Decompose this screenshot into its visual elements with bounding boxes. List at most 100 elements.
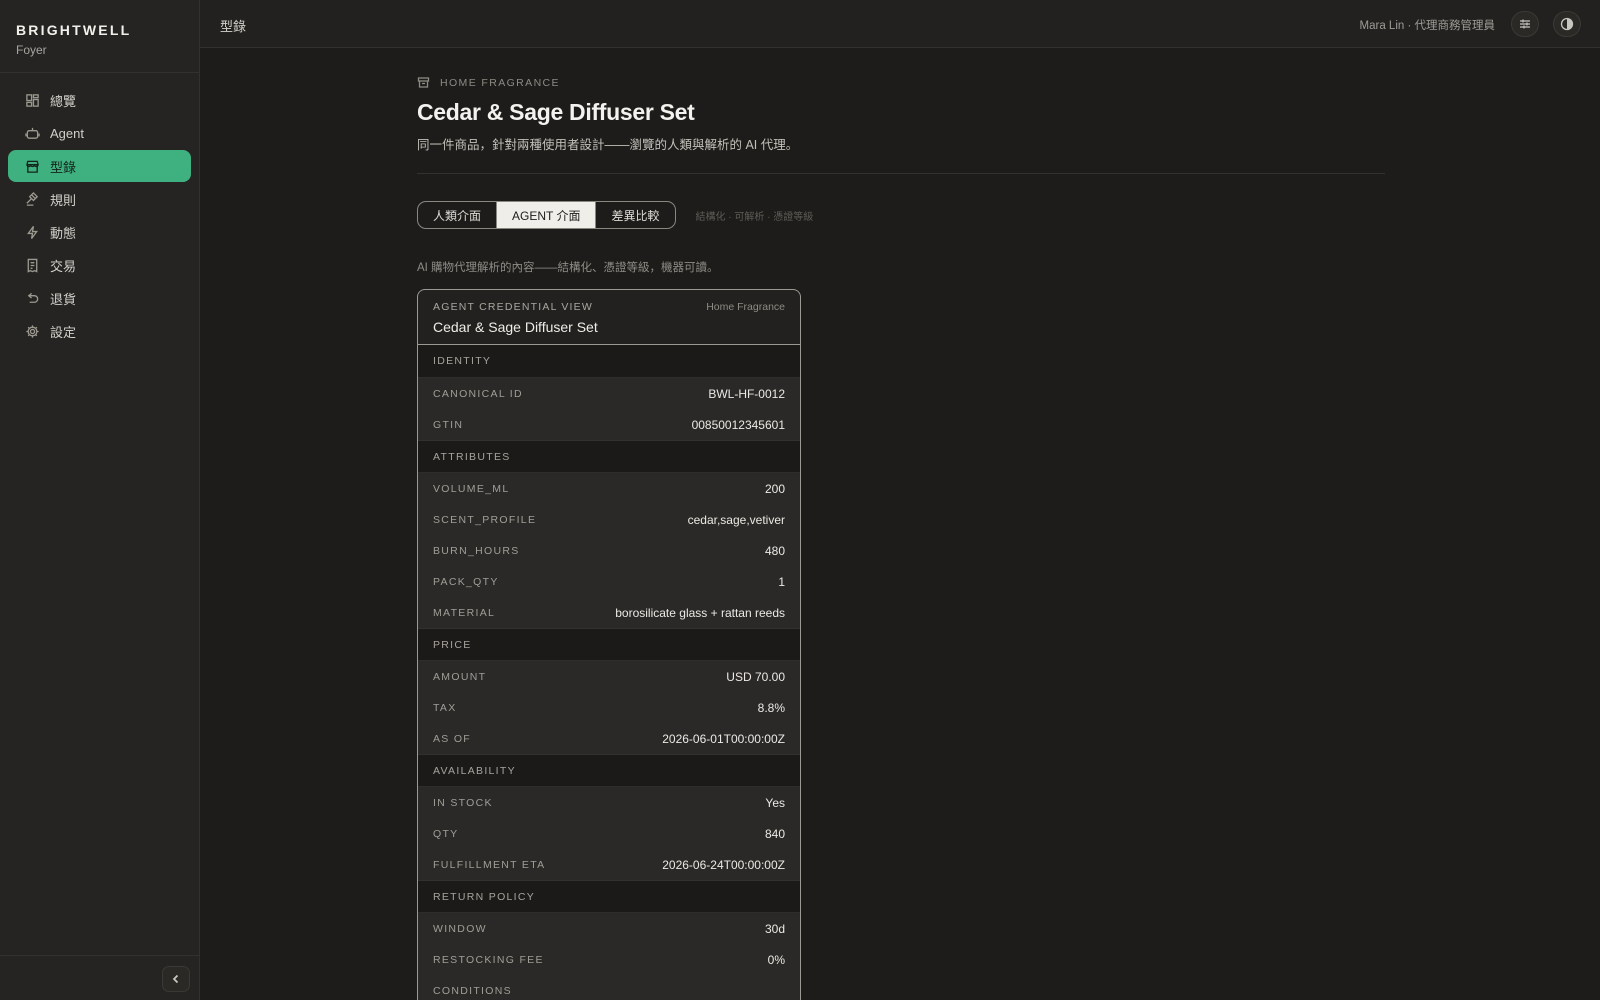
lightning-icon	[24, 224, 40, 240]
tab-0[interactable]: 人類介面	[418, 202, 498, 228]
user-info: Mara Lin · 代理商務管理員	[1359, 20, 1495, 32]
breadcrumb: 型錄	[220, 19, 247, 34]
gear-icon	[24, 323, 40, 339]
filters-button[interactable]	[1511, 11, 1539, 37]
receipt-icon	[24, 257, 40, 273]
field-value: Yes	[765, 795, 785, 810]
field-key: PACK_QTY	[433, 575, 499, 588]
sidebar-item-0[interactable]: 總覽	[8, 84, 191, 116]
field-value: 00850012345601	[691, 417, 785, 432]
field-row: GTIN 00850012345601	[418, 409, 800, 440]
sidebar-item-label: 動態	[50, 225, 77, 241]
field-key: BURN_HOURS	[433, 544, 520, 557]
field-row: AMOUNT USD 70.00	[418, 661, 800, 692]
view-tabs: 人類介面 AGENT 介面 差異比較	[417, 201, 676, 229]
sidebar-item-1[interactable]: Agent	[8, 117, 191, 149]
field-key: VOLUME_ML	[433, 482, 510, 495]
field-row: VOLUME_ML 200	[418, 473, 800, 504]
field-value: borosilicate glass + rattan reeds	[615, 605, 785, 620]
section-heading: PRICE	[418, 628, 800, 661]
robot-icon	[24, 125, 40, 141]
card-sections: IDENTITY CANONICAL ID BWL-HF-0012 GTIN 00850…	[418, 345, 800, 1000]
field-row: TAX 8.8%	[418, 692, 800, 723]
field-key: AMOUNT	[433, 670, 487, 683]
field-value: 480	[764, 543, 785, 558]
field-key: GTIN	[433, 418, 464, 431]
sidebar-item-label: 規則	[50, 192, 77, 208]
field-key: QTY	[433, 827, 459, 840]
tab-2[interactable]: 差異比較	[596, 202, 674, 228]
sidebar-item-label: 退貨	[50, 291, 77, 307]
sidebar: BRIGHTWELL Foyer 總覽 Agent 型錄規則動態交易退貨設定	[0, 0, 200, 1000]
category-eyebrow: HOME FRAGRANCE	[417, 76, 1385, 89]
archive-icon	[417, 77, 430, 88]
theme-toggle-button[interactable]	[1553, 11, 1581, 37]
field-value: 200	[764, 481, 785, 496]
sidebar-item-6[interactable]: 退貨	[8, 282, 191, 314]
field-row: WINDOW 30d	[418, 913, 800, 944]
page-title: Cedar & Sage Diffuser Set	[417, 99, 695, 125]
sidebar-item-2[interactable]: 型錄	[8, 150, 191, 182]
sidebar-nav: 總覽 Agent 型錄規則動態交易退貨設定	[0, 73, 199, 347]
contrast-icon	[1560, 17, 1574, 31]
field-row: BURN_HOURS 480	[418, 535, 800, 566]
category-label: HOME FRAGRANCE	[440, 76, 560, 89]
brand-name: BRIGHTWELL	[16, 22, 132, 38]
brand: BRIGHTWELL Foyer	[0, 0, 199, 73]
sidebar-item-3[interactable]: 規則	[8, 183, 191, 215]
divider	[417, 173, 1385, 174]
view-tabs-row: 人類介面 AGENT 介面 差異比較 結構化 · 可解析 · 憑證等級	[417, 201, 1385, 229]
field-row: AS OF 2026-06-01T00:00:00Z	[418, 723, 800, 754]
gavel-icon	[24, 191, 40, 207]
sidebar-item-label: 設定	[50, 324, 77, 340]
field-value: 2026-06-01T00:00:00Z	[662, 731, 785, 746]
field-key: TAX	[433, 701, 457, 714]
field-row: RESTOCKING FEE 0%	[418, 944, 800, 975]
field-key: IN STOCK	[433, 796, 493, 809]
field-row: SCENT_PROFILE cedar,sage,vetiver	[418, 504, 800, 535]
field-row: CANONICAL ID BWL-HF-0012	[418, 378, 800, 409]
main-content: HOME FRAGRANCE Cedar & Sage Diffuser Set…	[417, 76, 1385, 1000]
field-row: PACK_QTY 1	[418, 566, 800, 597]
section-heading: IDENTITY	[418, 345, 800, 378]
field-value: BWL-HF-0012	[708, 386, 785, 401]
section-heading: AVAILABILITY	[418, 754, 800, 787]
collapse-sidebar-button[interactable]	[162, 966, 190, 992]
sidebar-item-4[interactable]: 動態	[8, 216, 191, 248]
storefront-icon	[24, 158, 40, 174]
field-key: AS OF	[433, 732, 472, 745]
field-key: FULFILLMENT ETA	[433, 858, 546, 871]
brand-subtitle: Foyer	[16, 43, 47, 57]
sidebar-item-5[interactable]: 交易	[8, 249, 191, 281]
card-header: AGENT CREDENTIAL VIEW Home Fragrance Ced…	[418, 290, 800, 345]
sidebar-item-label: Agent	[50, 125, 84, 141]
field-value: cedar,sage,vetiver	[687, 512, 785, 527]
chevron-left-icon	[172, 974, 179, 984]
field-key: CANONICAL ID	[433, 387, 523, 400]
field-value: 840	[764, 826, 785, 841]
page-subtitle: 同一件商品，針對兩種使用者設計——瀏覽的人類與解析的 AI 代理。	[417, 138, 799, 152]
sidebar-item-label: 型錄	[50, 159, 77, 175]
section-heading: RETURN POLICY	[418, 880, 800, 913]
field-value: 30d	[764, 921, 785, 936]
field-row: IN STOCK Yes	[418, 787, 800, 818]
field-key: WINDOW	[433, 922, 487, 935]
card-category: Home Fragrance	[706, 301, 785, 313]
sidebar-item-7[interactable]: 設定	[8, 315, 191, 347]
field-key: MATERIAL	[433, 606, 496, 619]
field-value: 8.8%	[757, 700, 785, 715]
dashboard-icon	[24, 92, 40, 108]
sidebar-item-label: 總覽	[50, 93, 77, 109]
agent-view-note: AI 購物代理解析的內容——結構化、憑證等級，機器可讀。	[417, 262, 719, 274]
field-key: CONDITIONS	[433, 984, 512, 997]
field-key: RESTOCKING FEE	[433, 953, 544, 966]
tab-1[interactable]: AGENT 介面	[497, 202, 597, 228]
field-row: MATERIAL borosilicate glass + rattan reed…	[418, 597, 800, 628]
sidebar-item-label: 交易	[50, 258, 77, 274]
agent-credential-card: AGENT CREDENTIAL VIEW Home Fragrance Ced…	[417, 289, 801, 1000]
sidebar-footer	[0, 955, 199, 1000]
field-row: QTY 840	[418, 818, 800, 849]
field-row: FULFILLMENT ETA 2026-06-24T00:00:00Z	[418, 849, 800, 880]
field-key: SCENT_PROFILE	[433, 513, 537, 526]
field-row: CONDITIONS	[418, 975, 800, 1000]
